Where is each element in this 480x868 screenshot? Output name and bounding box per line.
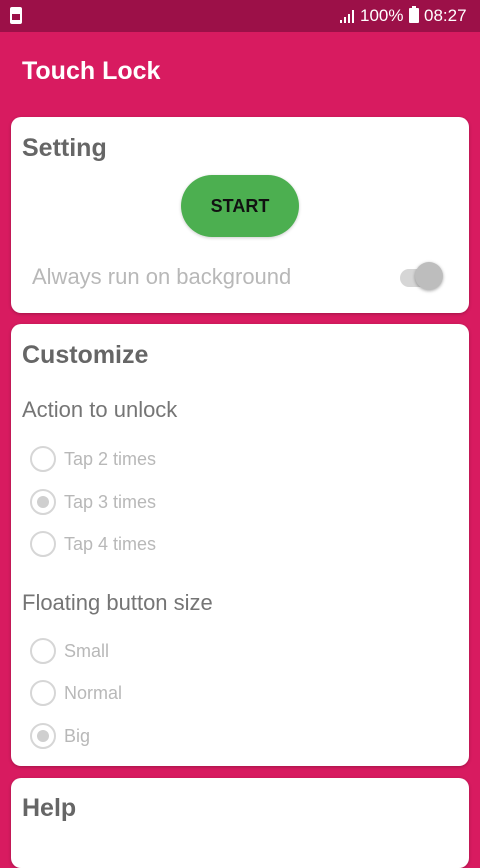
always-run-label: Always run on background (32, 264, 292, 289)
radio-button[interactable] (30, 531, 56, 557)
help-title: Help (22, 794, 77, 822)
radio-button[interactable] (30, 680, 56, 706)
start-button[interactable]: START (181, 175, 299, 237)
radio-label: Small (64, 641, 110, 661)
app-notification-icon (10, 7, 22, 24)
status-bar: 100% 08:27 (0, 0, 480, 32)
battery-icon (409, 6, 419, 23)
radio-label: Tap 3 times (64, 492, 157, 512)
radio-button-selected[interactable] (30, 489, 56, 515)
signal-icon (340, 9, 356, 23)
action-to-unlock-label: Action to unlock (22, 397, 178, 422)
customize-title: Customize (22, 341, 149, 369)
radio-button-selected[interactable] (30, 723, 56, 749)
customize-card: Customize Action to unlock Tap 2 times T… (11, 324, 469, 766)
radio-button[interactable] (30, 446, 56, 472)
setting-title: Setting (22, 134, 107, 162)
app-title: Touch Lock (22, 57, 161, 85)
status-time: 08:27 (424, 6, 467, 25)
floating-button-size-label: Floating button size (22, 590, 213, 615)
radio-label: Normal (64, 683, 123, 703)
battery-percentage: 100% (360, 6, 404, 25)
help-card[interactable]: Help (11, 778, 469, 868)
radio-button[interactable] (30, 638, 56, 664)
always-run-toggle-thumb[interactable] (415, 262, 443, 290)
setting-card: Setting START Always run on background (11, 117, 469, 313)
radio-label: Tap 4 times (64, 534, 157, 554)
radio-label: Tap 2 times (64, 449, 157, 469)
radio-label: Big (64, 726, 91, 746)
